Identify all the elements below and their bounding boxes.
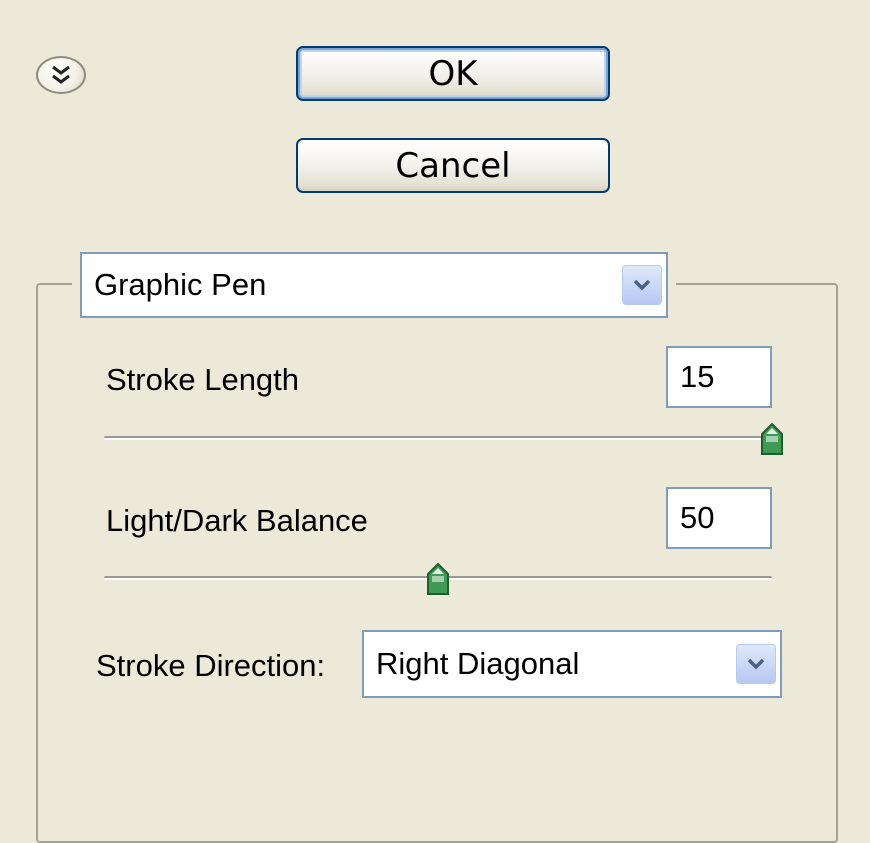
double-chevron-down-icon [52, 65, 70, 84]
stroke-direction-select[interactable]: Right Diagonal [362, 630, 782, 698]
stroke-length-input[interactable]: 15 [666, 346, 772, 408]
collapse-toggle-button[interactable] [36, 56, 86, 94]
cancel-button-label: Cancel [395, 145, 511, 186]
cancel-button[interactable]: Cancel [296, 138, 610, 193]
light-dark-balance-label: Light/Dark Balance [106, 503, 368, 538]
filter-select-value: Graphic Pen [94, 267, 267, 302]
chevron-down-icon[interactable] [622, 265, 662, 305]
light-dark-balance-slider[interactable] [104, 560, 772, 600]
stroke-length-slider[interactable] [104, 420, 783, 460]
light-dark-balance-value: 50 [680, 500, 715, 535]
stroke-length-label: Stroke Length [106, 362, 300, 397]
stroke-length-track [104, 436, 772, 440]
chevron-down-icon[interactable] [736, 644, 776, 684]
stroke-direction-label: Stroke Direction: [96, 648, 326, 683]
light-dark-balance-input[interactable]: 50 [666, 487, 772, 549]
ok-button[interactable]: OK [296, 46, 610, 101]
stroke-direction-value: Right Diagonal [376, 646, 580, 681]
light-dark-balance-slider-thumb[interactable] [426, 562, 450, 598]
ok-button-label: OK [428, 53, 478, 94]
filter-select[interactable]: Graphic Pen [72, 244, 676, 326]
stroke-length-slider-thumb[interactable] [760, 422, 784, 458]
stroke-length-value: 15 [680, 359, 715, 394]
